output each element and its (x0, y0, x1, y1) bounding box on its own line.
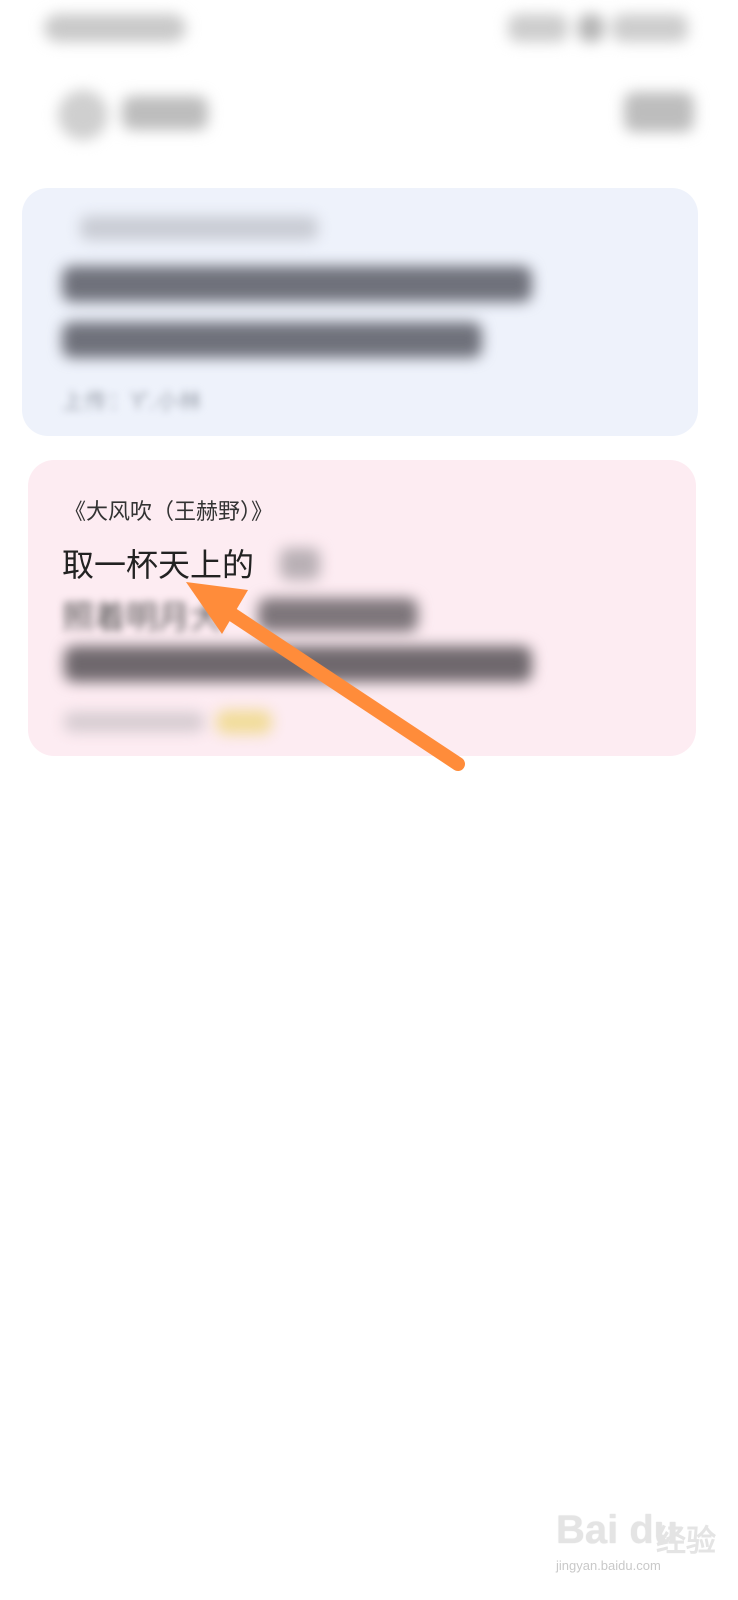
lyric-line (62, 322, 482, 358)
watermark-url: jingyan.baidu.com (556, 1558, 661, 1573)
header-action-button[interactable] (624, 92, 694, 132)
page-title (122, 96, 208, 130)
lyric-line-1-hidden (280, 548, 320, 580)
lyric-line-1: 取一杯天上的 (62, 546, 255, 584)
back-icon[interactable] (58, 90, 108, 140)
card-badge (216, 710, 272, 734)
lyric-line-3 (64, 646, 532, 682)
status-icons (508, 14, 688, 42)
baidu-jingyan-watermark: Bai du 经验 jingyan.baidu.com (556, 1490, 726, 1580)
lyric-line (62, 266, 532, 302)
watermark-name: 经验 (656, 1525, 716, 1558)
uploader-label: 上传：Ƴ.小林 (62, 390, 203, 415)
lyric-card-uploaded[interactable]: 上传：Ƴ.小林 (22, 188, 698, 436)
lyric-line-2: 照着明月大 (62, 598, 223, 636)
card-source-label (80, 216, 318, 240)
song-source-label: 《大风吹（王赫野）》 (64, 500, 274, 525)
card-meta (64, 712, 204, 732)
status-time (44, 14, 186, 42)
lyric-line-2-hidden (258, 598, 418, 632)
lyric-card-dafengchui[interactable]: 《大风吹（王赫野）》 取一杯天上的 照着明月大 (28, 460, 696, 756)
app-header (0, 70, 738, 150)
status-bar (0, 0, 738, 60)
